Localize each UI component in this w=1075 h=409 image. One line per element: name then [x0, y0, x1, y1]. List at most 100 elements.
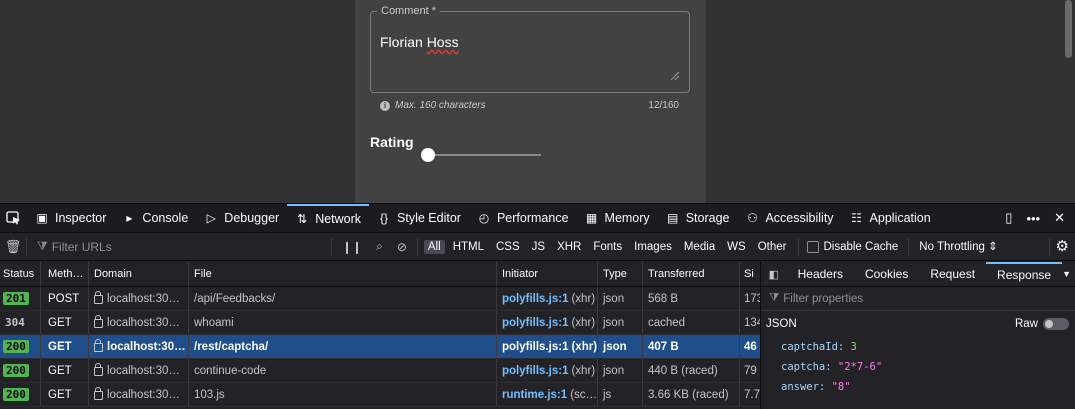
tab-memory[interactable]: ▦ Memory — [577, 204, 658, 233]
filter-type-fonts[interactable]: Fonts — [589, 240, 626, 254]
column-header[interactable]: Transferred — [643, 262, 740, 286]
gear-icon: ⚙ — [1055, 237, 1069, 255]
disable-cache-checkbox[interactable] — [807, 240, 820, 253]
initiator-link[interactable]: runtime.js:1 — [502, 389, 567, 401]
page-scrollbar[interactable] — [1065, 0, 1072, 58]
filter-type-js[interactable]: JS — [528, 240, 549, 254]
tab-console[interactable]: ▸ Console — [114, 204, 196, 233]
filter-type-html[interactable]: HTML — [449, 240, 488, 254]
type-cell: json — [598, 359, 643, 382]
json-property[interactable]: captchaId: 3 — [781, 337, 1075, 357]
details-tab-headers[interactable]: Headers — [787, 262, 854, 287]
initiator-link[interactable]: polyfills.js:1 — [502, 365, 568, 377]
column-header[interactable]: Initiator — [497, 262, 598, 286]
clear-requests-button[interactable]: 🗑 — [0, 239, 26, 255]
file-cell: 103.js — [189, 383, 497, 406]
tab-network[interactable]: ⇅ Network — [287, 203, 370, 233]
comment-text[interactable]: Florian Hoss — [380, 34, 459, 50]
slider-thumb[interactable] — [421, 148, 435, 162]
json-property[interactable]: captcha: "2*7-6" — [781, 357, 1075, 377]
details-tab-response[interactable]: Response — [986, 261, 1063, 287]
status-cell: 304 — [0, 311, 41, 334]
lock-icon — [94, 387, 103, 400]
table-row[interactable]: 201 POST localhost:30…/api/Feedbacks/polyf… — [0, 287, 760, 311]
resize-grip-icon[interactable] — [669, 70, 679, 80]
transferred-cell: 440 B (raced) — [643, 359, 740, 382]
method-cell: GET — [41, 311, 89, 334]
transferred-cell: 568 B — [643, 287, 740, 310]
tab-style-editor[interactable]: {} Style Editor — [369, 204, 469, 233]
column-header[interactable]: Status — [0, 262, 41, 286]
tab-storage[interactable]: ▤ Storage — [658, 204, 738, 233]
trash-icon: 🗑 — [4, 238, 22, 254]
tab-performance[interactable]: ◴ Performance — [469, 204, 577, 233]
details-tab-cookies[interactable]: Cookies — [854, 262, 919, 287]
domain-cell: localhost:30… — [89, 287, 189, 310]
web-page: Comment * Florian Hoss i Max. 160 charac… — [0, 0, 1075, 203]
raw-toggle[interactable]: Raw — [1015, 318, 1075, 330]
search-icon[interactable]: ⌕ — [376, 239, 383, 254]
filter-urls-input[interactable]: ⧩ Filter URLs — [26, 237, 331, 256]
table-row[interactable]: 200 GET localhost:30…/rest/captcha/polyfil… — [0, 335, 760, 359]
table-row[interactable]: 200 GET localhost:30… continue-code polyfill… — [0, 359, 760, 383]
filter-icon: ⧩ — [37, 239, 48, 253]
initiator-link[interactable]: polyfills.js:1 — [502, 293, 568, 305]
comment-field[interactable]: Comment * Florian Hoss — [370, 5, 690, 93]
json-value: "2*7-6" — [837, 361, 883, 373]
table-row[interactable]: 200 GET localhost:30… 103.js runtime.js:1 (sc… — [0, 383, 760, 407]
throttling-select[interactable]: No Throttling ⇕ — [908, 237, 998, 256]
json-value: 3 — [850, 341, 857, 353]
filter-type-xhr[interactable]: XHR — [553, 240, 585, 254]
tab-inspector[interactable]: ▣ Inspector — [27, 204, 114, 233]
tab-accessibility[interactable]: ⚇ Accessibility — [737, 204, 841, 233]
type-cell: json — [598, 287, 643, 310]
inspector-icon: ▣ — [36, 211, 48, 225]
json-label: JSON — [766, 318, 797, 330]
element-picker-button[interactable] — [0, 204, 27, 233]
dock-icon[interactable]: ▯ — [1005, 210, 1012, 226]
table-row[interactable]: 304 GET localhost:30… whoami polyfills.js:1(… — [0, 311, 760, 335]
status-cell: 201 — [0, 287, 41, 310]
type-cell: json — [598, 311, 643, 334]
network-settings-button[interactable]: ⚙ — [1048, 237, 1075, 256]
column-header[interactable]: Si — [740, 262, 760, 286]
rating-slider[interactable] — [421, 147, 541, 163]
column-header[interactable]: File — [189, 262, 497, 286]
initiator-link[interactable]: polyfills.js:1 — [502, 341, 568, 353]
disable-cache-toggle[interactable]: Disable Cache — [798, 237, 898, 256]
network-toolbar: 🗑 ⧩ Filter URLs ❙❙ ⌕ ⊘ All HTML CSS JS XHR Fo… — [0, 233, 1075, 261]
initiator-link[interactable]: polyfills.js:1 — [502, 317, 568, 329]
filter-type-ws[interactable]: WS — [723, 240, 750, 254]
more-icon[interactable]: ••• — [1026, 211, 1040, 226]
pause-icon[interactable]: ❙❙ — [342, 240, 362, 254]
toggle-sidebar-button[interactable]: ◧ — [761, 268, 787, 281]
json-property[interactable]: answer: "8" — [781, 377, 1075, 397]
tab-debugger[interactable]: ▷ Debugger — [196, 204, 287, 233]
method-cell: GET — [41, 359, 89, 382]
chevron-down-icon[interactable]: ▼ — [1062, 269, 1075, 279]
raw-switch[interactable] — [1043, 318, 1069, 330]
devtools-tabbar-right: ▯ ••• ✕ — [1005, 210, 1075, 226]
transferred-cell: cached — [643, 311, 740, 334]
devtools-panel: ▣ Inspector ▸ Console ▷ Debugger ⇅ Network{} Sty… — [0, 203, 1075, 409]
filter-properties-input[interactable]: ⧩ Filter properties — [761, 287, 1075, 311]
filter-type-media[interactable]: Media — [680, 240, 719, 254]
close-icon[interactable]: ✕ — [1054, 210, 1065, 226]
domain-cell: localhost:30… — [89, 335, 189, 358]
column-header[interactable]: Meth… — [41, 262, 89, 286]
filter-type-images[interactable]: Images — [630, 240, 676, 254]
block-icon[interactable]: ⊘ — [397, 240, 407, 254]
filter-type-other[interactable]: Other — [754, 240, 791, 254]
lock-icon — [94, 363, 103, 376]
tab-application[interactable]: ☷ Application — [842, 204, 939, 233]
size-cell: 134 — [744, 316, 760, 329]
filter-type-css[interactable]: CSS — [492, 240, 524, 254]
domain-cell: localhost:30… — [89, 359, 189, 382]
column-header[interactable]: Domain — [89, 262, 189, 286]
size-cell: 46 — [744, 340, 757, 353]
slider-track — [427, 154, 541, 156]
details-tab-request[interactable]: Request — [919, 262, 986, 287]
filter-type-all[interactable]: All — [423, 239, 445, 254]
column-header[interactable]: Type — [598, 262, 643, 286]
application-icon: ☷ — [851, 211, 862, 225]
